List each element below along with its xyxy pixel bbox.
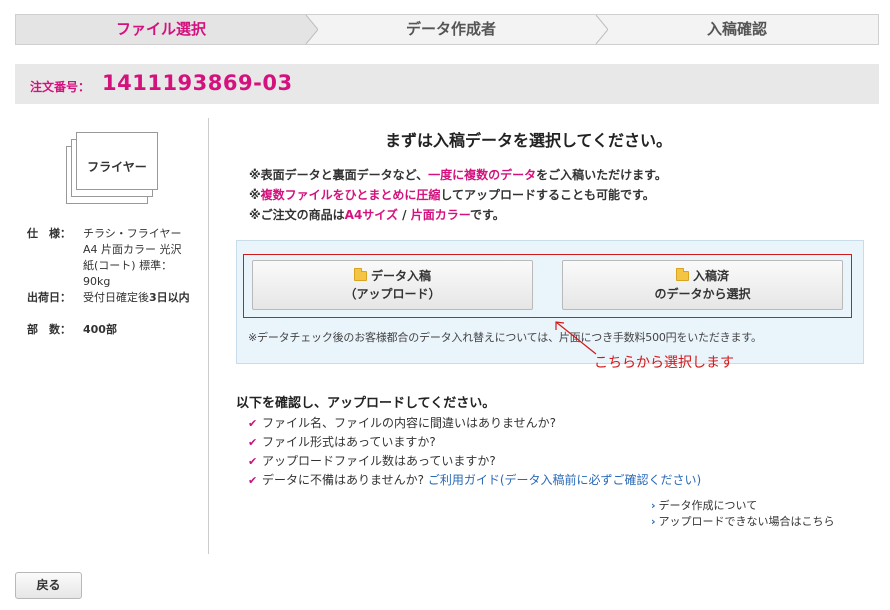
checklist-item: ✔ アップロードファイル数はあっていますか?: [248, 452, 701, 471]
ship-date-days: 3日以内: [149, 291, 190, 304]
order-number: 1411193869-03: [102, 71, 293, 95]
note-emphasis: 複数ファイルをひとまとめに圧縮: [260, 188, 441, 202]
link-label: データ作成について: [658, 499, 758, 512]
order-number-band: 注文番号： 1411193869-03: [15, 64, 879, 104]
upload-trouble-link[interactable]: › アップロードできない場合はこちら: [651, 514, 835, 530]
note-text: ※ご注文の商品は: [249, 208, 345, 222]
note-text: をご入稿いただけます。: [536, 168, 667, 182]
check-icon: ✔: [248, 436, 258, 449]
note-multiple-data: ※表面データと裏面データなど、一度に複数のデータをご入稿いただけます。: [249, 166, 667, 183]
existing-button-line2: のデータから選択: [654, 287, 751, 301]
note-text: ※: [249, 188, 261, 202]
step-file-select: ファイル選択: [16, 15, 306, 44]
data-upload-button[interactable]: データ入稿 （アップロード）: [252, 260, 533, 310]
annotation-arrow-icon: [555, 321, 597, 355]
spec-key: 部 数：: [27, 323, 71, 336]
check-icon: ✔: [248, 455, 258, 468]
checklist-item: ✔ ファイル形式はあっていますか?: [248, 433, 701, 452]
note-emphasis: A4サイズ: [344, 208, 398, 222]
note-product-info: ※ご注文の商品はA4サイズ / 片面カラーです。: [249, 206, 505, 223]
annotation-text: こちらから選択します: [594, 355, 734, 371]
note-text: してアップロードすることも可能です。: [440, 188, 655, 202]
spec-value: 受付日確定後3日以内: [83, 290, 191, 306]
step-separator-icon: [595, 15, 608, 44]
checklist-item: ✔ データに不備はありませんか? ご利用ガイド(データ入稿前に必ずご確認ください): [248, 471, 701, 490]
note-separator: /: [397, 208, 411, 222]
checklist-item: ✔ ファイル名、ファイルの内容に間違いはありませんか?: [248, 414, 701, 433]
help-links: › データ作成について › アップロードできない場合はこちら: [651, 498, 835, 530]
column-divider: [208, 118, 209, 554]
order-number-label: 注文番号：: [30, 80, 91, 94]
spec-value: チラシ・フライヤー A4 片面カラー 光沢紙(コート) 標準：90kg: [83, 227, 182, 288]
existing-button-label: 入稿済: [692, 269, 729, 283]
fee-notice: ※データチェック後のお客様都合のデータ入れ替えについては、片面につき手数料500…: [248, 331, 762, 344]
spec-key: 仕 様：: [27, 227, 71, 240]
usage-guide-link[interactable]: ご利用ガイド(データ入稿前に必ずご確認ください): [428, 473, 701, 487]
link-label: アップロードできない場合はこちら: [658, 515, 835, 528]
spec-key: 出荷日：: [27, 291, 71, 304]
folder-icon: [675, 268, 689, 281]
checklist-title: 以下を確認し、アップロードしてください。: [236, 396, 496, 411]
note-text: です。: [469, 208, 505, 222]
note-compress: ※複数ファイルをひとまとめに圧縮してアップロードすることも可能です。: [249, 186, 655, 203]
select-existing-data-button[interactable]: 入稿済 のデータから選択: [562, 260, 843, 310]
check-icon: ✔: [248, 417, 258, 430]
upload-button-line1: データ入稿: [253, 267, 532, 285]
note-text: ※表面データと裏面データなど、: [249, 168, 429, 182]
data-creation-link[interactable]: › データ作成について: [651, 498, 835, 514]
checklist-item-text: ファイル名、ファイルの内容に間違いはありませんか?: [262, 416, 557, 430]
upload-button-line2: （アップロード）: [344, 287, 441, 301]
existing-button-line1: 入稿済: [563, 267, 842, 285]
check-icon: ✔: [248, 474, 258, 487]
checklist-item-text: ファイル形式はあっていますか?: [262, 435, 436, 449]
step-progress-bar: ファイル選択 データ作成者 入稿確認: [15, 14, 879, 45]
step-submission-confirm: 入稿確認: [706, 20, 767, 38]
ship-date-prefix: 受付日確定後: [83, 291, 149, 304]
checklist-item-text: データに不備はありませんか?: [262, 473, 425, 487]
product-thumbnail: フライヤー: [62, 128, 172, 208]
checklist-item-text: アップロードファイル数はあっていますか?: [262, 454, 496, 468]
step-separator-icon: [300, 15, 318, 44]
spec-value: 400部: [83, 323, 117, 336]
checklist: ✔ ファイル名、ファイルの内容に間違いはありませんか? ✔ ファイル形式はあっていま…: [248, 414, 701, 490]
back-button[interactable]: 戻る: [15, 572, 82, 599]
note-emphasis: 一度に複数のデータ: [428, 168, 537, 182]
note-emphasis: 片面カラー: [410, 208, 470, 222]
chevron-right-icon: ›: [651, 499, 656, 512]
chevron-right-icon: ›: [651, 515, 656, 528]
folder-icon: [353, 268, 367, 281]
upload-button-label: データ入稿: [370, 269, 431, 283]
product-name: フライヤー: [87, 160, 147, 174]
step-data-creator: データ作成者: [405, 20, 496, 38]
page-title: まずは入稿データを選択してください。: [385, 131, 673, 150]
